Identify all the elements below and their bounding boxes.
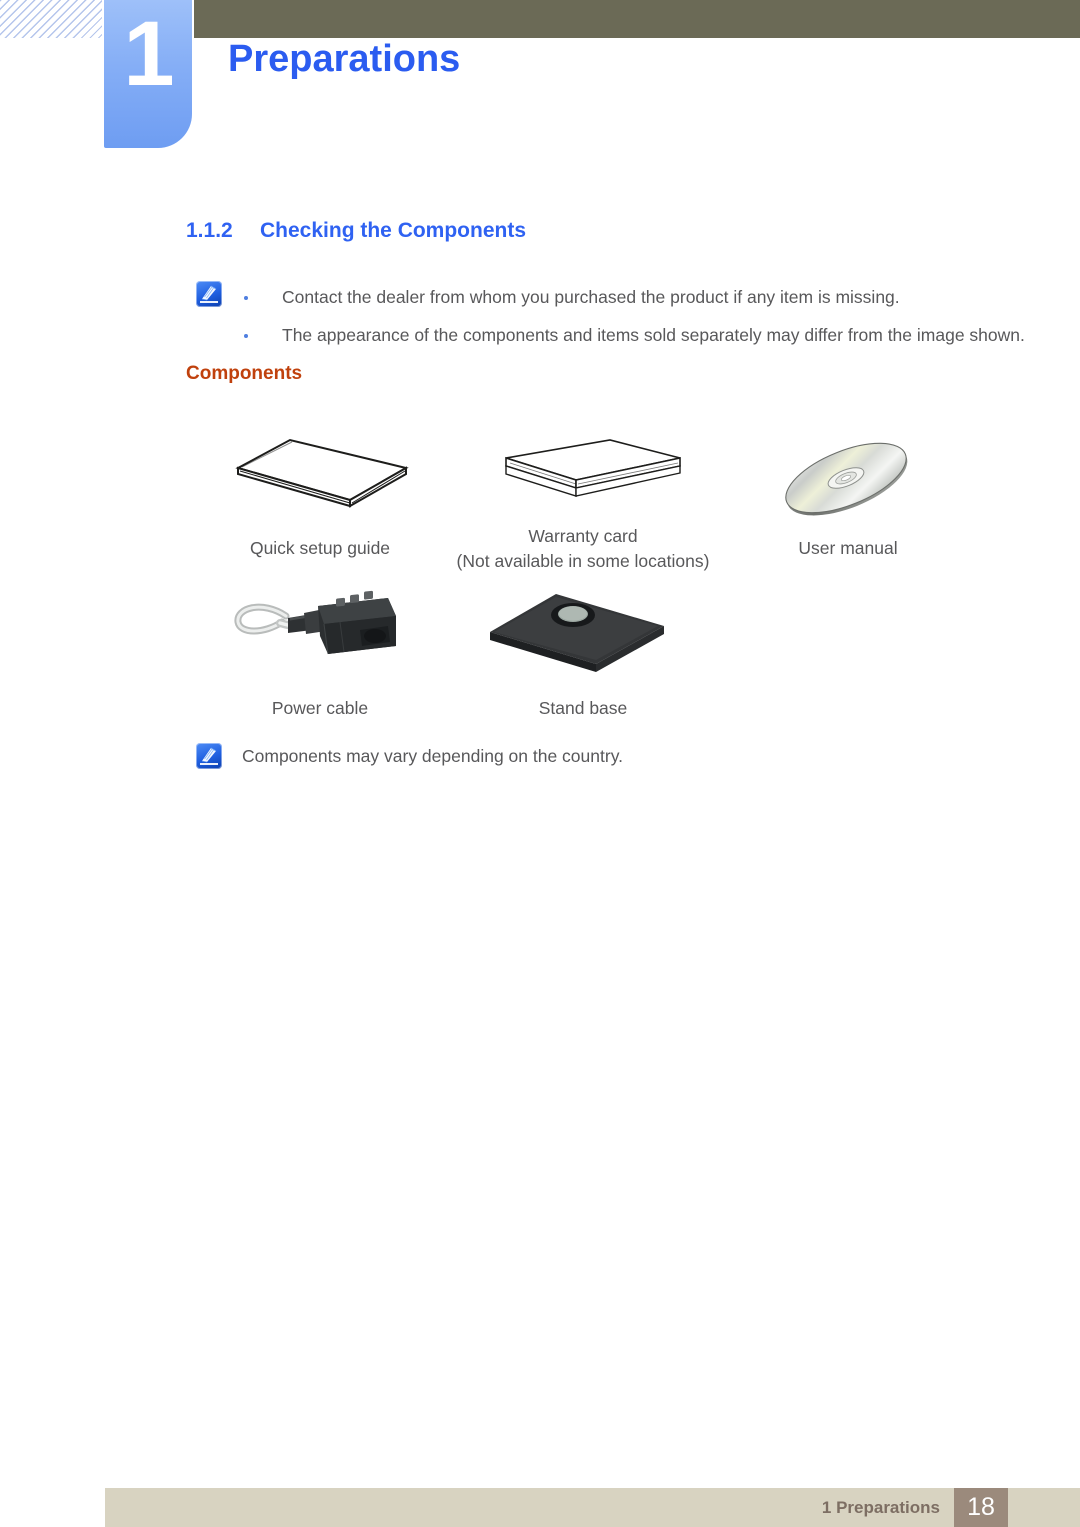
footer-page-number: 18 [954,1488,1008,1527]
component-caption-user-manual: User manual [798,538,898,558]
bottom-note-text: Components may vary depending on the cou… [242,746,624,766]
note-bullet-item: Contact the dealer from whom you purchas… [196,278,1016,316]
header-hatch-decoration [0,0,102,38]
footer-chapter-label: 1 Preparations [821,1498,940,1517]
cd-disc-icon [785,442,908,516]
top-note-bullet-list: Contact the dealer from whom you purchas… [196,278,1025,354]
component-caption-quick-setup-guide: Quick setup guide [249,538,391,558]
section-heading: 1.1.2 Checking the Components [186,219,526,243]
chapter-title: Preparations [228,38,461,80]
chapter-tab: 1 [104,0,192,148]
stand-base-icon [490,594,664,672]
section-number: 1.1.2 [186,219,233,242]
top-note-block: Contact the dealer from whom you purchas… [196,278,1025,354]
components-heading: Components [186,363,303,384]
component-caption-warranty-card: Warranty card [528,526,638,546]
card-stack-icon [505,439,681,497]
power-plug-icon [234,590,396,655]
component-caption-warranty-card-note: (Not available in some locations) [456,551,710,571]
note-pen-icon [196,743,222,769]
component-caption-stand-base: Stand base [538,698,628,718]
booklet-icon [235,438,409,508]
section-title: Checking the Components [260,219,527,242]
header-olive-bar [194,0,1080,38]
note-bullet-item: The appearance of the components and ite… [196,316,1025,354]
chapter-number: 1 [123,3,174,105]
component-caption-power-cable: Power cable [271,698,369,718]
